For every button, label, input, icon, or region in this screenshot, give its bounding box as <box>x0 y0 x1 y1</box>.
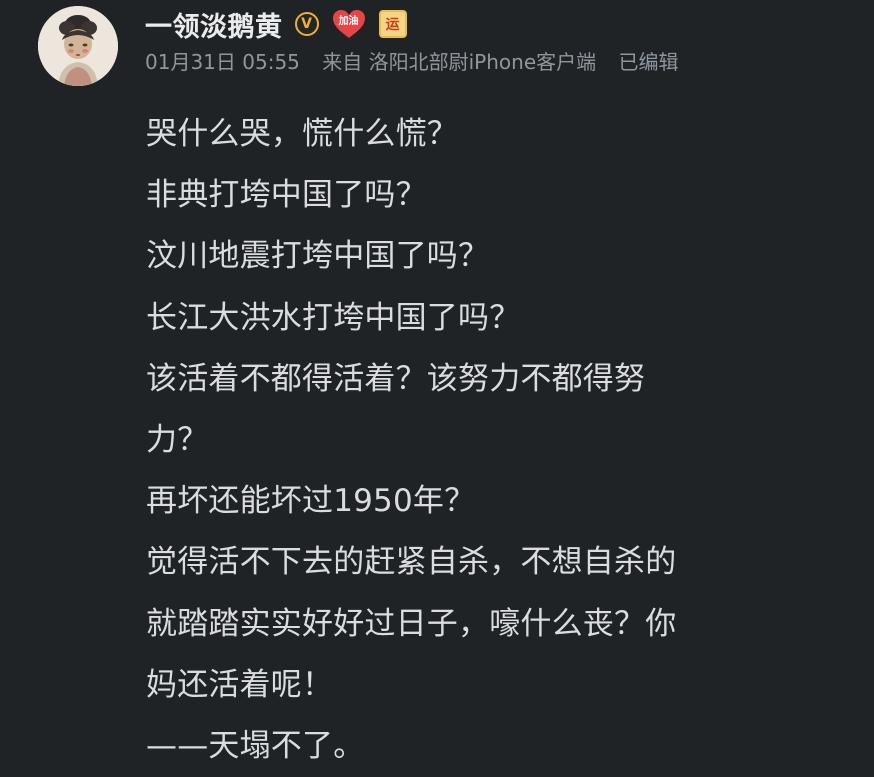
edited-label[interactable]: 已编辑 <box>619 50 679 74</box>
verified-badge-text: V <box>301 16 312 32</box>
post-line: 再坏还能坏过1950年？ <box>146 483 476 520</box>
post-line: 觉得活不下去的赶紧自杀，不想自杀的 <box>146 544 677 581</box>
avatar[interactable] <box>38 6 118 86</box>
jiayou-badge-text: 加油 <box>338 16 359 27</box>
post-datetime: 01月31日 05:55 <box>145 50 300 74</box>
post-line: 妈还活着呢！ <box>146 666 334 703</box>
verified-badge-icon[interactable]: V <box>294 12 319 36</box>
post-line: 哭什么哭，慌什么慌？ <box>146 116 458 152</box>
jiayou-badge-icon[interactable]: 加油 <box>331 9 367 39</box>
yun-badge-text: 运 <box>385 17 400 33</box>
avatar-image <box>38 6 118 86</box>
post-line: 该活着不都得活着？该努力不都得努 <box>146 360 646 397</box>
yun-badge-icon[interactable]: 运 <box>378 10 407 38</box>
post-meta: 01月31日 05:55 来自 洛阳北部尉iPhone客户端 已编辑 <box>145 50 679 74</box>
username-row: 一领淡鹅黄 V 加油 运 <box>145 5 407 44</box>
post-line: 非典打垮中国了吗？ <box>146 177 427 214</box>
author-name[interactable]: 一领淡鹅黄 <box>145 5 283 44</box>
post-line: 汶川地震打垮中国了吗？ <box>146 238 490 275</box>
post-line: 就踏踏实实好好过日子，嚎什么丧？你 <box>146 605 677 642</box>
post-line: 长江大洪水打垮中国了吗？ <box>146 299 521 336</box>
post-header: 一领淡鹅黄 V 加油 运 01月31日 05:55 来自 洛阳北部尉iPhone… <box>38 6 858 86</box>
post-line: 力？ <box>146 422 209 459</box>
post-line: ——天塌不了。 <box>146 728 365 765</box>
post-source[interactable]: 来自 洛阳北部尉iPhone客户端 <box>322 50 596 74</box>
post-content[interactable]: 哭什么哭，慌什么慌？ 非典打垮中国了吗？ 汶川地震打垮中国了吗？ 长江大洪水打垮… <box>146 104 846 777</box>
